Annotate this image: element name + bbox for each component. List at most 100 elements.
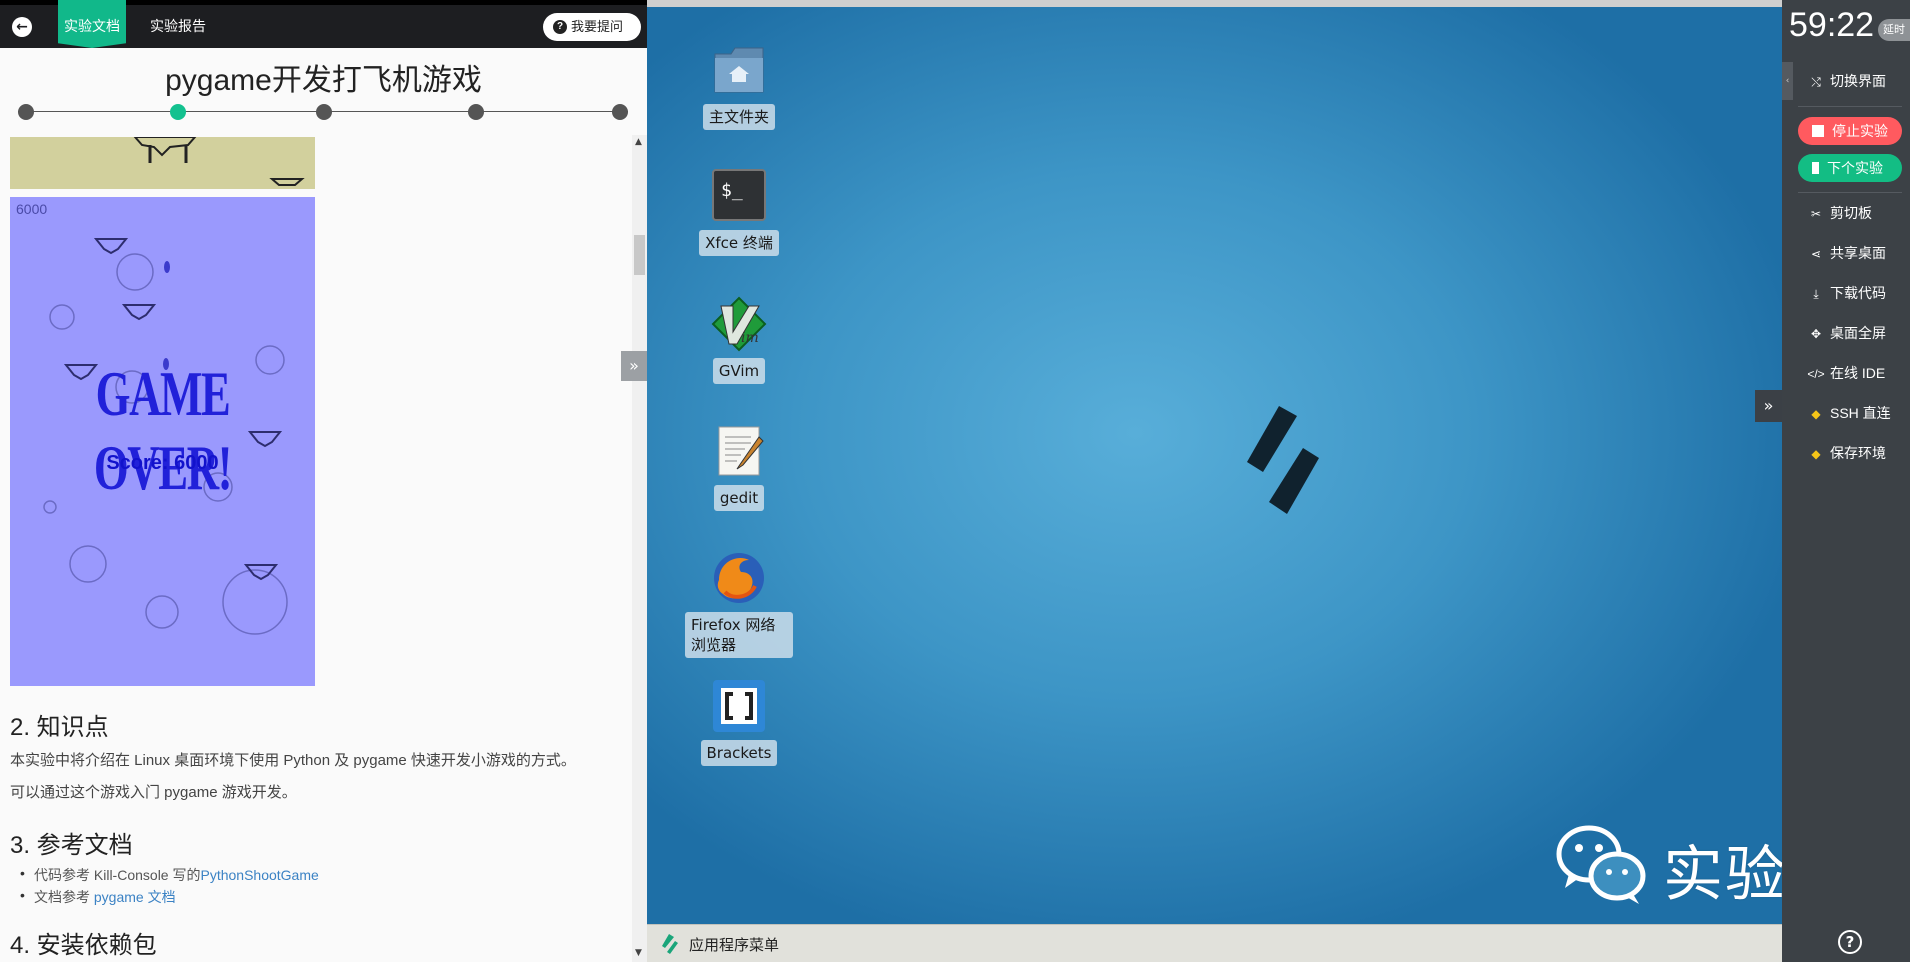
lab-sidebar: ‹ 59:22 延时 ⤭ 切换界面 停止实验 下个实验 ✂ 剪切板 ⋖ 共享桌面 ⤓ 下… (1782, 0, 1910, 962)
desktop-icon-gedit[interactable]: gedit (684, 423, 794, 511)
desktop-icon-label: Firefox 网络浏览器 (685, 612, 793, 658)
reference-link-pygame-docs[interactable]: pygame 文档 (94, 889, 176, 905)
step-3[interactable] (316, 104, 332, 120)
step-5[interactable] (612, 104, 628, 120)
sidebar-item-ssh[interactable]: ◆ SSH 直连 (1806, 398, 1910, 428)
extend-time-button[interactable]: 延时 (1878, 19, 1910, 41)
switch-view-label: 切换界面 (1830, 73, 1886, 89)
scroll-down-arrow-icon[interactable]: ▼ (635, 948, 642, 958)
countdown-timer: 59:22 (1789, 6, 1875, 44)
step-1[interactable] (18, 104, 34, 120)
firefox-icon (711, 550, 767, 606)
help-icon[interactable]: ? (1838, 930, 1862, 954)
wechat-watermark: 实验楼 (1553, 820, 1782, 910)
svg-text:im: im (741, 330, 759, 346)
doc-panel: ← 实验文档 实验报告 ? 我要提问 pygame开发打飞机游戏 6000 GA… (0, 0, 647, 962)
question-icon: ? (553, 20, 567, 34)
brackets-icon (711, 678, 767, 734)
switch-view-button[interactable]: ⤭ 切换界面 (1806, 66, 1910, 96)
desktop-icon-label: 主文件夹 (702, 104, 775, 130)
sidebar-item-label: 桌面全屏 (1830, 325, 1886, 341)
tab-lab-report[interactable]: 实验报告 (150, 5, 206, 48)
home-folder-icon (711, 42, 767, 98)
desktop-icon-home[interactable]: 主文件夹 (684, 42, 794, 130)
doc-topbar: ← 实验文档 实验报告 ? 我要提问 (0, 0, 647, 48)
scissors-icon: ✂ (1810, 207, 1822, 221)
list-item: 代码参考 Kill-Console 写的PythonShootGame (20, 865, 319, 885)
game-final-score: Score: 6000 (106, 452, 219, 474)
back-button[interactable]: ← (12, 17, 32, 37)
sidebar-item-share-desktop[interactable]: ⋖ 共享桌面 (1806, 238, 1910, 268)
wechat-icon (1556, 825, 1646, 904)
watermark-text: 实验楼 (1663, 840, 1782, 910)
desktop-icon-label: GVim (712, 358, 766, 384)
game-over-screenshot: 6000 GAME OVER! Score: 6000 (10, 197, 315, 686)
collapse-sidebar-button[interactable]: ‹ (1782, 62, 1793, 100)
enemy-plane-icon (133, 137, 305, 186)
sidebar-item-label: 共享桌面 (1830, 245, 1886, 261)
sidebar-item-download-code[interactable]: ⤓ 下载代码 (1806, 278, 1910, 308)
next-icon (1812, 162, 1819, 174)
remote-desktop: 主文件夹 $_ Xfce 终端 im GVim gedit Firefox 网络… (647, 0, 1782, 962)
sidebar-item-online-ide[interactable]: </> 在线 IDE (1806, 358, 1910, 388)
scroll-thumb[interactable] (634, 235, 645, 275)
game-over-text: GAME OVER! (93, 358, 233, 503)
terminal-icon: $_ (711, 168, 767, 224)
game-score-corner: 6000 (16, 201, 48, 217)
sidebar-item-label: 下载代码 (1830, 285, 1886, 301)
step-4[interactable] (468, 104, 484, 120)
desktop-icon-label: Brackets (700, 740, 778, 766)
reference-text: 文档参考 (34, 889, 94, 905)
scroll-up-arrow-icon[interactable]: ▲ (635, 137, 642, 147)
page-title: pygame开发打飞机游戏 (165, 64, 482, 97)
divider (1798, 192, 1902, 193)
sidebar-item-label: 保存环境 (1830, 445, 1886, 461)
desktop-icon-brackets[interactable]: Brackets (684, 678, 794, 766)
app-menu-icon[interactable] (661, 933, 679, 955)
stop-icon (1812, 125, 1824, 137)
app-menu-button[interactable]: 应用程序菜单 (689, 934, 779, 955)
sidebar-item-label: 剪切板 (1830, 205, 1872, 221)
step-2[interactable] (170, 104, 186, 120)
download-icon: ⤓ (1813, 287, 1819, 301)
section-paragraph: 本实验中将介绍在 Linux 桌面环境下使用 Python 及 pygame 快… (10, 752, 576, 769)
text-editor-icon (711, 423, 767, 479)
divider (1798, 106, 1902, 107)
desktop-icon-label: Xfce 终端 (699, 230, 779, 256)
diamond-icon: ◆ (1811, 407, 1821, 421)
desktop-icon-firefox[interactable]: Firefox 网络浏览器 (672, 550, 806, 658)
desktop-icon-gvim[interactable]: im GVim (684, 296, 794, 384)
svg-text:$_: $_ (721, 180, 743, 201)
next-lab-label: 下个实验 (1827, 160, 1883, 176)
doc-content: 6000 GAME OVER! Score: 6000 2. 知识点 本实验中将… (0, 135, 632, 962)
stop-lab-button[interactable]: 停止实验 (1798, 117, 1902, 145)
share-icon: ⋖ (1810, 247, 1822, 261)
ask-question-button[interactable]: ? 我要提问 (543, 13, 641, 41)
shuffle-icon: ⤭ (1811, 75, 1821, 89)
reference-link-pythonshootgame[interactable]: PythonShootGame (200, 867, 318, 883)
screen: ← 实验文档 实验报告 ? 我要提问 pygame开发打飞机游戏 6000 GA… (0, 0, 1910, 962)
section-heading-references: 3. 参考文档 (10, 832, 133, 859)
code-icon: </> (1807, 367, 1825, 381)
section-paragraph: 可以通过这个游戏入门 pygame 游戏开发。 (10, 784, 297, 801)
ask-question-label: 我要提问 (571, 19, 624, 34)
tab-lab-doc[interactable]: 实验文档 (58, 0, 126, 48)
desktop-top-border (647, 0, 1782, 7)
stop-lab-label: 停止实验 (1832, 123, 1888, 139)
section-heading-install: 4. 安装依赖包 (10, 932, 157, 959)
vim-icon: im (711, 296, 767, 352)
shiyanlou-logo (1247, 406, 1319, 514)
sidebar-item-fullscreen[interactable]: ✥ 桌面全屏 (1806, 318, 1910, 348)
game-screenshot-top (10, 137, 315, 189)
list-item: 文档参考 pygame 文档 (20, 887, 176, 907)
expand-panel-button[interactable]: » (621, 351, 647, 381)
next-lab-button[interactable]: 下个实验 (1798, 154, 1902, 182)
sidebar-item-clipboard[interactable]: ✂ 剪切板 (1806, 198, 1910, 228)
expand-sidebar-button[interactable]: » (1755, 390, 1782, 422)
diamond-icon: ◆ (1811, 447, 1821, 461)
step-progress (18, 103, 628, 121)
desktop-icon-terminal[interactable]: $_ Xfce 终端 (684, 168, 794, 256)
doc-scrollbar[interactable]: ▲ ▼ (632, 135, 647, 962)
sidebar-item-save-env[interactable]: ◆ 保存环境 (1806, 438, 1910, 468)
taskbar: 应用程序菜单 (647, 924, 1782, 962)
